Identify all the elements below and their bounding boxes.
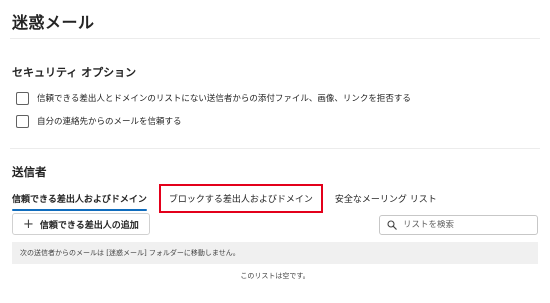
- senders-tabs: 信頼できる差出人およびドメイン ブロックする差出人およびドメイン 安全なメーリン…: [12, 183, 437, 213]
- search-input[interactable]: [403, 220, 533, 230]
- option-trust-contacts[interactable]: 自分の連絡先からのメールを信頼する: [16, 113, 182, 129]
- search-icon: [387, 220, 397, 230]
- trust-contacts-checkbox[interactable]: [16, 114, 29, 128]
- tab-trusted-senders[interactable]: 信頼できる差出人およびドメイン: [12, 192, 147, 211]
- security-options-heading: セキュリティ オプション: [12, 66, 137, 79]
- tab-safe-mailing-lists[interactable]: 安全なメーリング リスト: [335, 192, 437, 205]
- page-title: 迷惑メール: [12, 13, 95, 32]
- add-trusted-sender-button[interactable]: + 信頼できる差出人の追加: [12, 213, 150, 235]
- option-label: 信頼できる差出人とドメインのリストにない送信者からの添付ファイル、画像、リンクを…: [37, 94, 411, 104]
- title-divider: [10, 38, 540, 39]
- info-bar: 次の送信者からのメールは [迷惑メール] フォルダーに移動しません。: [12, 242, 538, 264]
- block-external-content-checkbox[interactable]: [16, 91, 29, 105]
- add-trusted-sender-label: 信頼できる差出人の追加: [39, 220, 139, 231]
- option-block-external-content[interactable]: 信頼できる差出人とドメインのリストにない送信者からの添付ファイル、画像、リンクを…: [16, 90, 411, 106]
- option-label: 自分の連絡先からのメールを信頼する: [37, 117, 182, 127]
- section-divider: [10, 148, 540, 149]
- search-box[interactable]: [379, 215, 538, 235]
- info-message: 次の送信者からのメールは [迷惑メール] フォルダーに移動しません。: [20, 249, 240, 257]
- empty-list-message: このリストは空です。: [240, 272, 310, 280]
- tab-blocked-senders[interactable]: ブロックする差出人およびドメイン: [158, 183, 323, 213]
- senders-heading: 送信者: [12, 165, 47, 179]
- plus-icon: +: [23, 216, 34, 232]
